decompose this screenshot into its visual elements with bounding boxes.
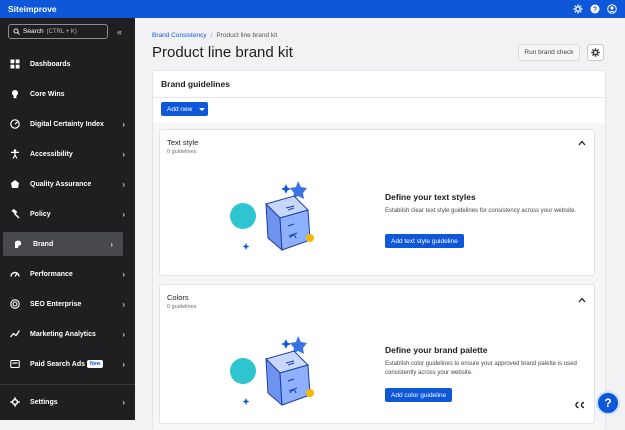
chevron-right-icon: › — [122, 359, 125, 369]
empty-state-description: Establish clear text style guidelines fo… — [385, 208, 577, 214]
search-label: Search — [23, 28, 44, 35]
section-card-text-style: Text style 0 guidelines Define your text… — [159, 129, 595, 276]
sidebar-item-dashboards[interactable]: Dashboards — [0, 52, 135, 76]
add-text-style-guideline-button[interactable]: Add text style guideline — [385, 234, 464, 248]
app-brand[interactable]: Siteimprove — [8, 4, 57, 14]
sidebar-item-core-wins[interactable]: Core Wins — [0, 82, 135, 106]
sidebar-item-label: Dashboards — [30, 60, 71, 68]
section-title: Text style — [167, 138, 199, 147]
sidebar-item-quality-assurance[interactable]: Quality Assurance › — [0, 172, 135, 196]
sidebar-item-label: Accessibility — [30, 150, 73, 158]
add-color-guideline-button[interactable]: Add color guideline — [385, 388, 453, 402]
sidebar-item-digital-certainty-index[interactable]: Digital Certainty Index › — [0, 112, 135, 136]
captions-icon — [575, 401, 585, 409]
section-title: Colors — [167, 293, 189, 302]
help-icon[interactable]: ? — [590, 4, 600, 14]
sidebar-item-label: Quality Assurance — [30, 180, 92, 188]
page-settings-button[interactable] — [587, 44, 604, 61]
gear-icon — [10, 397, 20, 407]
sidebar-item-seo-enterprise[interactable]: SEO Enterprise › — [0, 292, 135, 316]
brand-icon — [15, 240, 21, 248]
gear-icon — [591, 48, 600, 57]
chevron-right-icon: › — [122, 397, 125, 407]
sidebar-item-label: Digital Certainty Index — [30, 120, 104, 128]
lightbulb-icon — [12, 90, 18, 99]
accessibility-icon — [11, 149, 19, 159]
breadcrumb-link[interactable]: Brand Consistency — [152, 32, 207, 39]
sidebar-item-accessibility[interactable]: Accessibility › — [0, 142, 135, 166]
sidebar-item-label: Brand — [33, 240, 54, 248]
analytics-icon — [10, 330, 20, 338]
sidebar-item-label: Performance — [30, 270, 73, 278]
panel-title: Brand guidelines — [161, 79, 230, 89]
chevron-right-icon: › — [110, 239, 113, 249]
grid-icon — [10, 59, 20, 69]
search-shortcut: (CTRL + K) — [46, 28, 77, 35]
sidebar-item-label: Settings — [30, 398, 58, 406]
sidebar: Search (CTRL + K) « Dashboards Core Wins… — [0, 18, 135, 420]
chevron-up-icon[interactable] — [578, 297, 586, 303]
gauge-icon — [10, 119, 20, 129]
section-card-colors: Colors 0 guidelines Define your brand pa… — [159, 284, 595, 424]
sidebar-item-settings[interactable]: Settings › — [0, 390, 135, 414]
sidebar-item-label: Marketing Analytics — [30, 330, 96, 338]
sidebar-item-performance[interactable]: Performance › — [0, 262, 135, 286]
panel-divider — [153, 97, 605, 98]
chevron-right-icon: › — [122, 119, 125, 129]
sidebar-item-policy[interactable]: Policy › — [0, 202, 135, 226]
quality-icon — [11, 180, 19, 188]
run-brand-check-button[interactable]: Run brand check — [518, 44, 580, 61]
sidebar-item-label: Paid Search Ads — [30, 360, 85, 368]
search-row: Search (CTRL + K) « — [0, 18, 135, 45]
user-icon[interactable] — [607, 4, 617, 14]
help-button[interactable]: ? — [596, 391, 620, 415]
empty-state-description: Establish color guidelines to ensure you… — [385, 361, 577, 376]
chevron-right-icon: › — [122, 179, 125, 189]
top-bar: Siteimprove ? — [0, 0, 625, 18]
empty-state-title: Define your text styles — [385, 192, 476, 202]
section-header[interactable]: Text style 0 guidelines — [167, 138, 198, 155]
section-header[interactable]: Colors 0 guidelines — [167, 293, 196, 310]
breadcrumb-current: Product line brand kit — [216, 32, 278, 39]
sidebar-divider — [0, 384, 135, 385]
sidebar-item-label: SEO Enterprise — [30, 300, 82, 308]
search-input[interactable]: Search (CTRL + K) — [8, 24, 108, 39]
caret-down-icon — [199, 107, 206, 111]
chevron-right-icon: › — [122, 209, 125, 219]
main-content: Brand Consistency / Product line brand kit… — [135, 18, 625, 430]
search-icon — [13, 28, 20, 35]
top-bar-icons: ? — [573, 4, 617, 14]
settings-icon[interactable] — [573, 4, 583, 14]
target-icon — [10, 299, 20, 309]
speedometer-icon — [10, 271, 20, 277]
sidebar-item-brand[interactable]: Brand › — [3, 232, 123, 256]
add-new-label: Add new — [167, 105, 193, 113]
ads-icon — [10, 359, 20, 369]
collapse-sidebar-icon[interactable]: « — [117, 27, 122, 37]
sidebar-item-marketing-analytics[interactable]: Marketing Analytics › — [0, 322, 135, 346]
captions-button[interactable] — [571, 398, 589, 412]
sidebar-item-label: Core Wins — [30, 90, 65, 98]
section-count: 0 guidelines — [167, 149, 197, 155]
sidebar-item-paid-search-ads[interactable]: Paid Search Ads New › — [0, 352, 135, 376]
sidebar-item-label: Policy — [30, 210, 51, 218]
colors-illustration — [230, 336, 314, 407]
chevron-right-icon: › — [122, 329, 125, 339]
empty-state-title: Define your brand palette — [385, 345, 488, 355]
breadcrumb: Brand Consistency / Product line brand kit — [152, 32, 277, 39]
section-count: 0 guidelines — [167, 304, 197, 310]
breadcrumb-separator: / — [210, 32, 213, 39]
text-style-illustration — [230, 181, 314, 252]
page-title: Product line brand kit — [152, 44, 293, 61]
svg-text:?: ? — [593, 7, 597, 14]
new-badge: New — [87, 360, 104, 368]
gavel-icon — [11, 209, 20, 219]
add-new-button[interactable]: Add new — [161, 102, 208, 116]
chevron-right-icon: › — [122, 149, 125, 159]
chevron-up-icon[interactable] — [578, 140, 586, 146]
chevron-right-icon: › — [122, 299, 125, 309]
chevron-right-icon: › — [122, 269, 125, 279]
